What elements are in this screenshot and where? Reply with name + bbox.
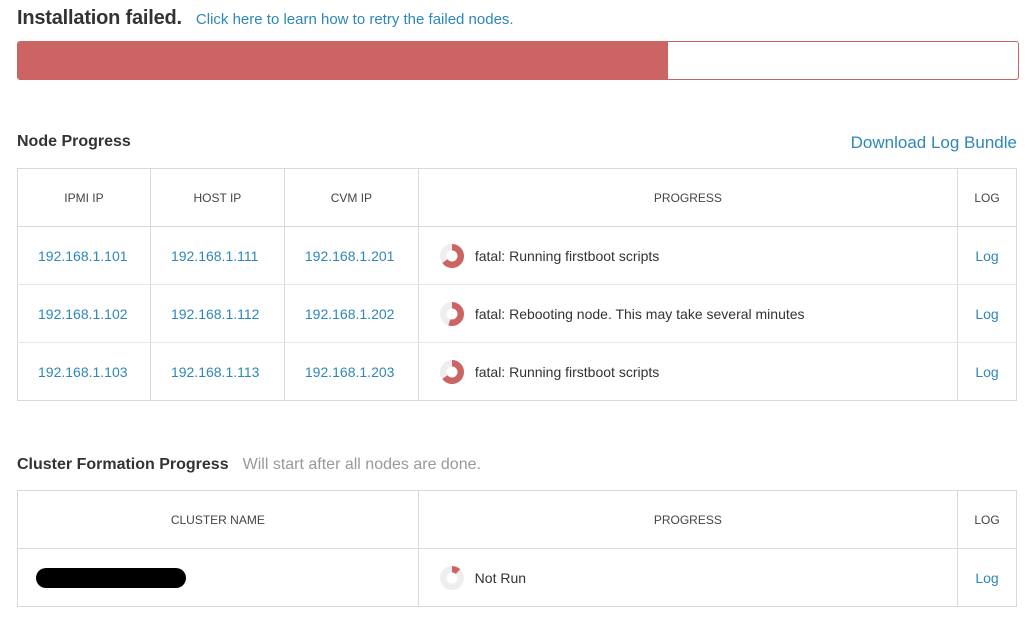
- progress-cell: Not Run: [418, 548, 959, 607]
- cluster-progress-note: Will start after all nodes are done.: [242, 456, 481, 473]
- ipmi-ip-link[interactable]: 192.168.1.101: [17, 226, 151, 285]
- page-title: Installation failed.: [17, 7, 182, 29]
- table-row: 192.168.1.102 192.168.1.112 192.168.1.20…: [17, 284, 1017, 343]
- node-progress-title: Node Progress: [17, 133, 131, 150]
- cvm-ip-link[interactable]: 192.168.1.201: [284, 226, 419, 285]
- progress-status-text: fatal: Running firstboot scripts: [474, 363, 660, 380]
- column-header-cvm-ip: CVM IP: [284, 168, 419, 227]
- progress-status-text: Not Run: [474, 569, 527, 586]
- overall-progress-bar: [17, 41, 1019, 80]
- progress-pie-icon: [439, 301, 464, 326]
- host-ip-link[interactable]: 192.168.1.113: [150, 342, 285, 401]
- column-header-cluster-name: CLUSTER NAME: [17, 490, 419, 549]
- progress-status-text: fatal: Running firstboot scripts: [474, 247, 660, 264]
- table-row: Not Run Log: [17, 548, 1017, 607]
- log-link[interactable]: Log: [957, 226, 1017, 285]
- column-header-log: LOG: [957, 168, 1017, 227]
- host-ip-link[interactable]: 192.168.1.112: [150, 284, 285, 343]
- cvm-ip-link[interactable]: 192.168.1.203: [284, 342, 419, 401]
- table-row: 192.168.1.103 192.168.1.113 192.168.1.20…: [17, 342, 1017, 401]
- progress-cell: fatal: Running firstboot scripts: [418, 226, 959, 285]
- host-ip-link[interactable]: 192.168.1.111: [150, 226, 285, 285]
- ipmi-ip-link[interactable]: 192.168.1.102: [17, 284, 151, 343]
- progress-cell: fatal: Running firstboot scripts: [418, 342, 959, 401]
- overall-progress-fill: [18, 42, 668, 79]
- node-table-header-row: IPMI IP HOST IP CVM IP PROGRESS LOG: [17, 168, 1017, 227]
- log-link[interactable]: Log: [957, 284, 1017, 343]
- log-link[interactable]: Log: [958, 549, 1017, 607]
- progress-pie-icon: [439, 359, 464, 384]
- redacted-cluster-name: [36, 567, 186, 588]
- log-link[interactable]: Log: [958, 343, 1017, 401]
- cluster-name-cell: [17, 548, 419, 607]
- download-log-bundle-link[interactable]: Download Log Bundle: [851, 133, 1017, 153]
- table-row: 192.168.1.101 192.168.1.111 192.168.1.20…: [17, 226, 1017, 285]
- progress-status-text: fatal: Rebooting node. This may take sev…: [474, 305, 805, 322]
- column-header-progress: PROGRESS: [418, 490, 959, 549]
- cvm-ip-link[interactable]: 192.168.1.202: [284, 284, 419, 343]
- cluster-progress-heading: Cluster Formation Progress: [17, 456, 229, 473]
- column-header-log: LOG: [957, 490, 1017, 549]
- retry-help-link[interactable]: Click here to learn how to retry the fai…: [196, 11, 514, 28]
- column-header-progress: PROGRESS: [418, 168, 959, 227]
- column-header-ipmi-ip: IPMI IP: [17, 168, 151, 227]
- install-status-header: Installation failed. Click here to learn…: [17, 7, 514, 30]
- node-progress-table: IPMI IP HOST IP CVM IP PROGRESS LOG 192.…: [17, 168, 1017, 401]
- cluster-progress-title: Cluster Formation Progress Will start aft…: [17, 456, 481, 474]
- progress-cell: fatal: Rebooting node. This may take sev…: [418, 284, 959, 343]
- ipmi-ip-link[interactable]: 192.168.1.103: [17, 342, 151, 401]
- cluster-progress-table: CLUSTER NAME PROGRESS LOG Not Run Log: [17, 490, 1017, 607]
- column-header-host-ip: HOST IP: [150, 168, 285, 227]
- progress-pie-icon: [439, 565, 464, 590]
- progress-pie-icon: [439, 243, 464, 268]
- cluster-table-header-row: CLUSTER NAME PROGRESS LOG: [17, 490, 1017, 549]
